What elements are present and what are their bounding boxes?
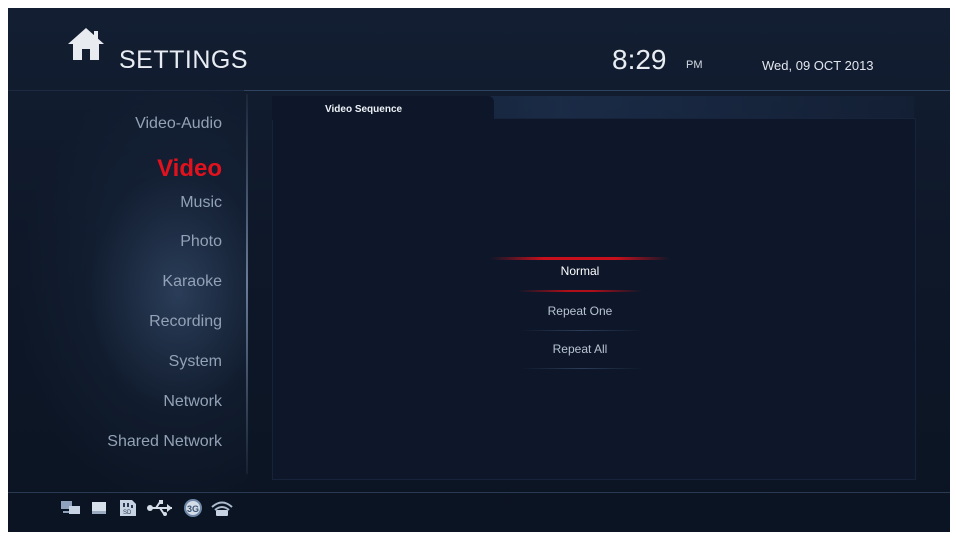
- selection-highlight-bottom: [518, 290, 642, 292]
- header: SETTINGS 8:29 PM Wed, 09 OCT 2013: [8, 8, 950, 96]
- option-normal[interactable]: Normal: [500, 264, 660, 278]
- network-icon: [61, 501, 80, 514]
- footer-divider: [8, 492, 950, 493]
- content-panel: [272, 118, 916, 480]
- svg-text:3G: 3G: [187, 504, 199, 514]
- wifi-icon: [211, 501, 233, 516]
- header-divider: [244, 90, 950, 91]
- 3g-icon: 3G: [184, 499, 202, 517]
- sidebar: [8, 92, 248, 492]
- header-divider-left: [8, 90, 244, 91]
- sidebar-item-video-audio[interactable]: Video-Audio: [135, 115, 222, 133]
- sidebar-item-video[interactable]: Video: [157, 155, 222, 183]
- svg-text:SD: SD: [123, 510, 132, 516]
- sidebar-item-network[interactable]: Network: [163, 393, 222, 411]
- sidebar-divider: [246, 94, 248, 474]
- sidebar-item-music[interactable]: Music: [180, 194, 222, 212]
- page-title: SETTINGS: [119, 46, 249, 74]
- sidebar-item-recording[interactable]: Recording: [149, 313, 222, 331]
- settings-screen: SETTINGS 8:29 PM Wed, 09 OCT 2013 Video-…: [8, 8, 950, 532]
- sidebar-item-photo[interactable]: Photo: [180, 233, 222, 251]
- tab-label: Video Sequence: [325, 104, 403, 115]
- usb-icon: [147, 500, 172, 516]
- option-divider: [520, 368, 644, 369]
- sidebar-item-system[interactable]: System: [169, 353, 222, 371]
- clock-time: 8:29: [612, 44, 667, 75]
- selection-highlight-top: [490, 257, 670, 260]
- option-repeat-all[interactable]: Repeat All: [500, 342, 660, 356]
- storage-icon: [92, 502, 106, 514]
- clock-ampm: PM: [686, 59, 703, 71]
- sidebar-item-karaoke[interactable]: Karaoke: [162, 273, 222, 291]
- sd-card-icon: SD: [120, 500, 136, 516]
- sidebar-item-shared-network[interactable]: Shared Network: [107, 433, 222, 451]
- home-icon[interactable]: [66, 26, 106, 62]
- date-display: Wed, 09 OCT 2013: [762, 58, 874, 73]
- option-divider: [520, 330, 644, 331]
- option-repeat-one[interactable]: Repeat One: [500, 304, 660, 318]
